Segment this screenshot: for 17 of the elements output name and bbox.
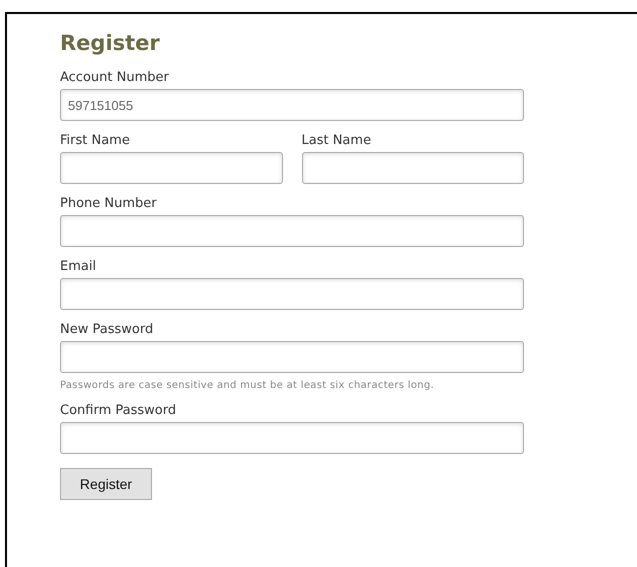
input-field[interactable]: 597151055: [60, 89, 524, 121]
field-label: New Password: [60, 322, 154, 338]
field-label: Account Number: [60, 70, 170, 86]
field-label: Confirm Password: [60, 403, 178, 419]
register-button[interactable]: Register: [60, 468, 152, 500]
input-field[interactable]: [60, 152, 282, 184]
field-label: Email: [60, 259, 98, 275]
input-field[interactable]: [60, 215, 524, 247]
hint-text: Passwords are case sensitive and must be at least six characters long.: [60, 380, 436, 391]
input-field[interactable]: [60, 278, 524, 310]
field-label: Last Name: [302, 133, 372, 149]
input-field[interactable]: [60, 422, 524, 454]
page-title: Register: [60, 30, 161, 56]
field-label: Phone Number: [60, 196, 158, 212]
field-label: First Name: [60, 133, 131, 149]
input-field[interactable]: [60, 341, 524, 373]
input-field[interactable]: [302, 152, 524, 184]
